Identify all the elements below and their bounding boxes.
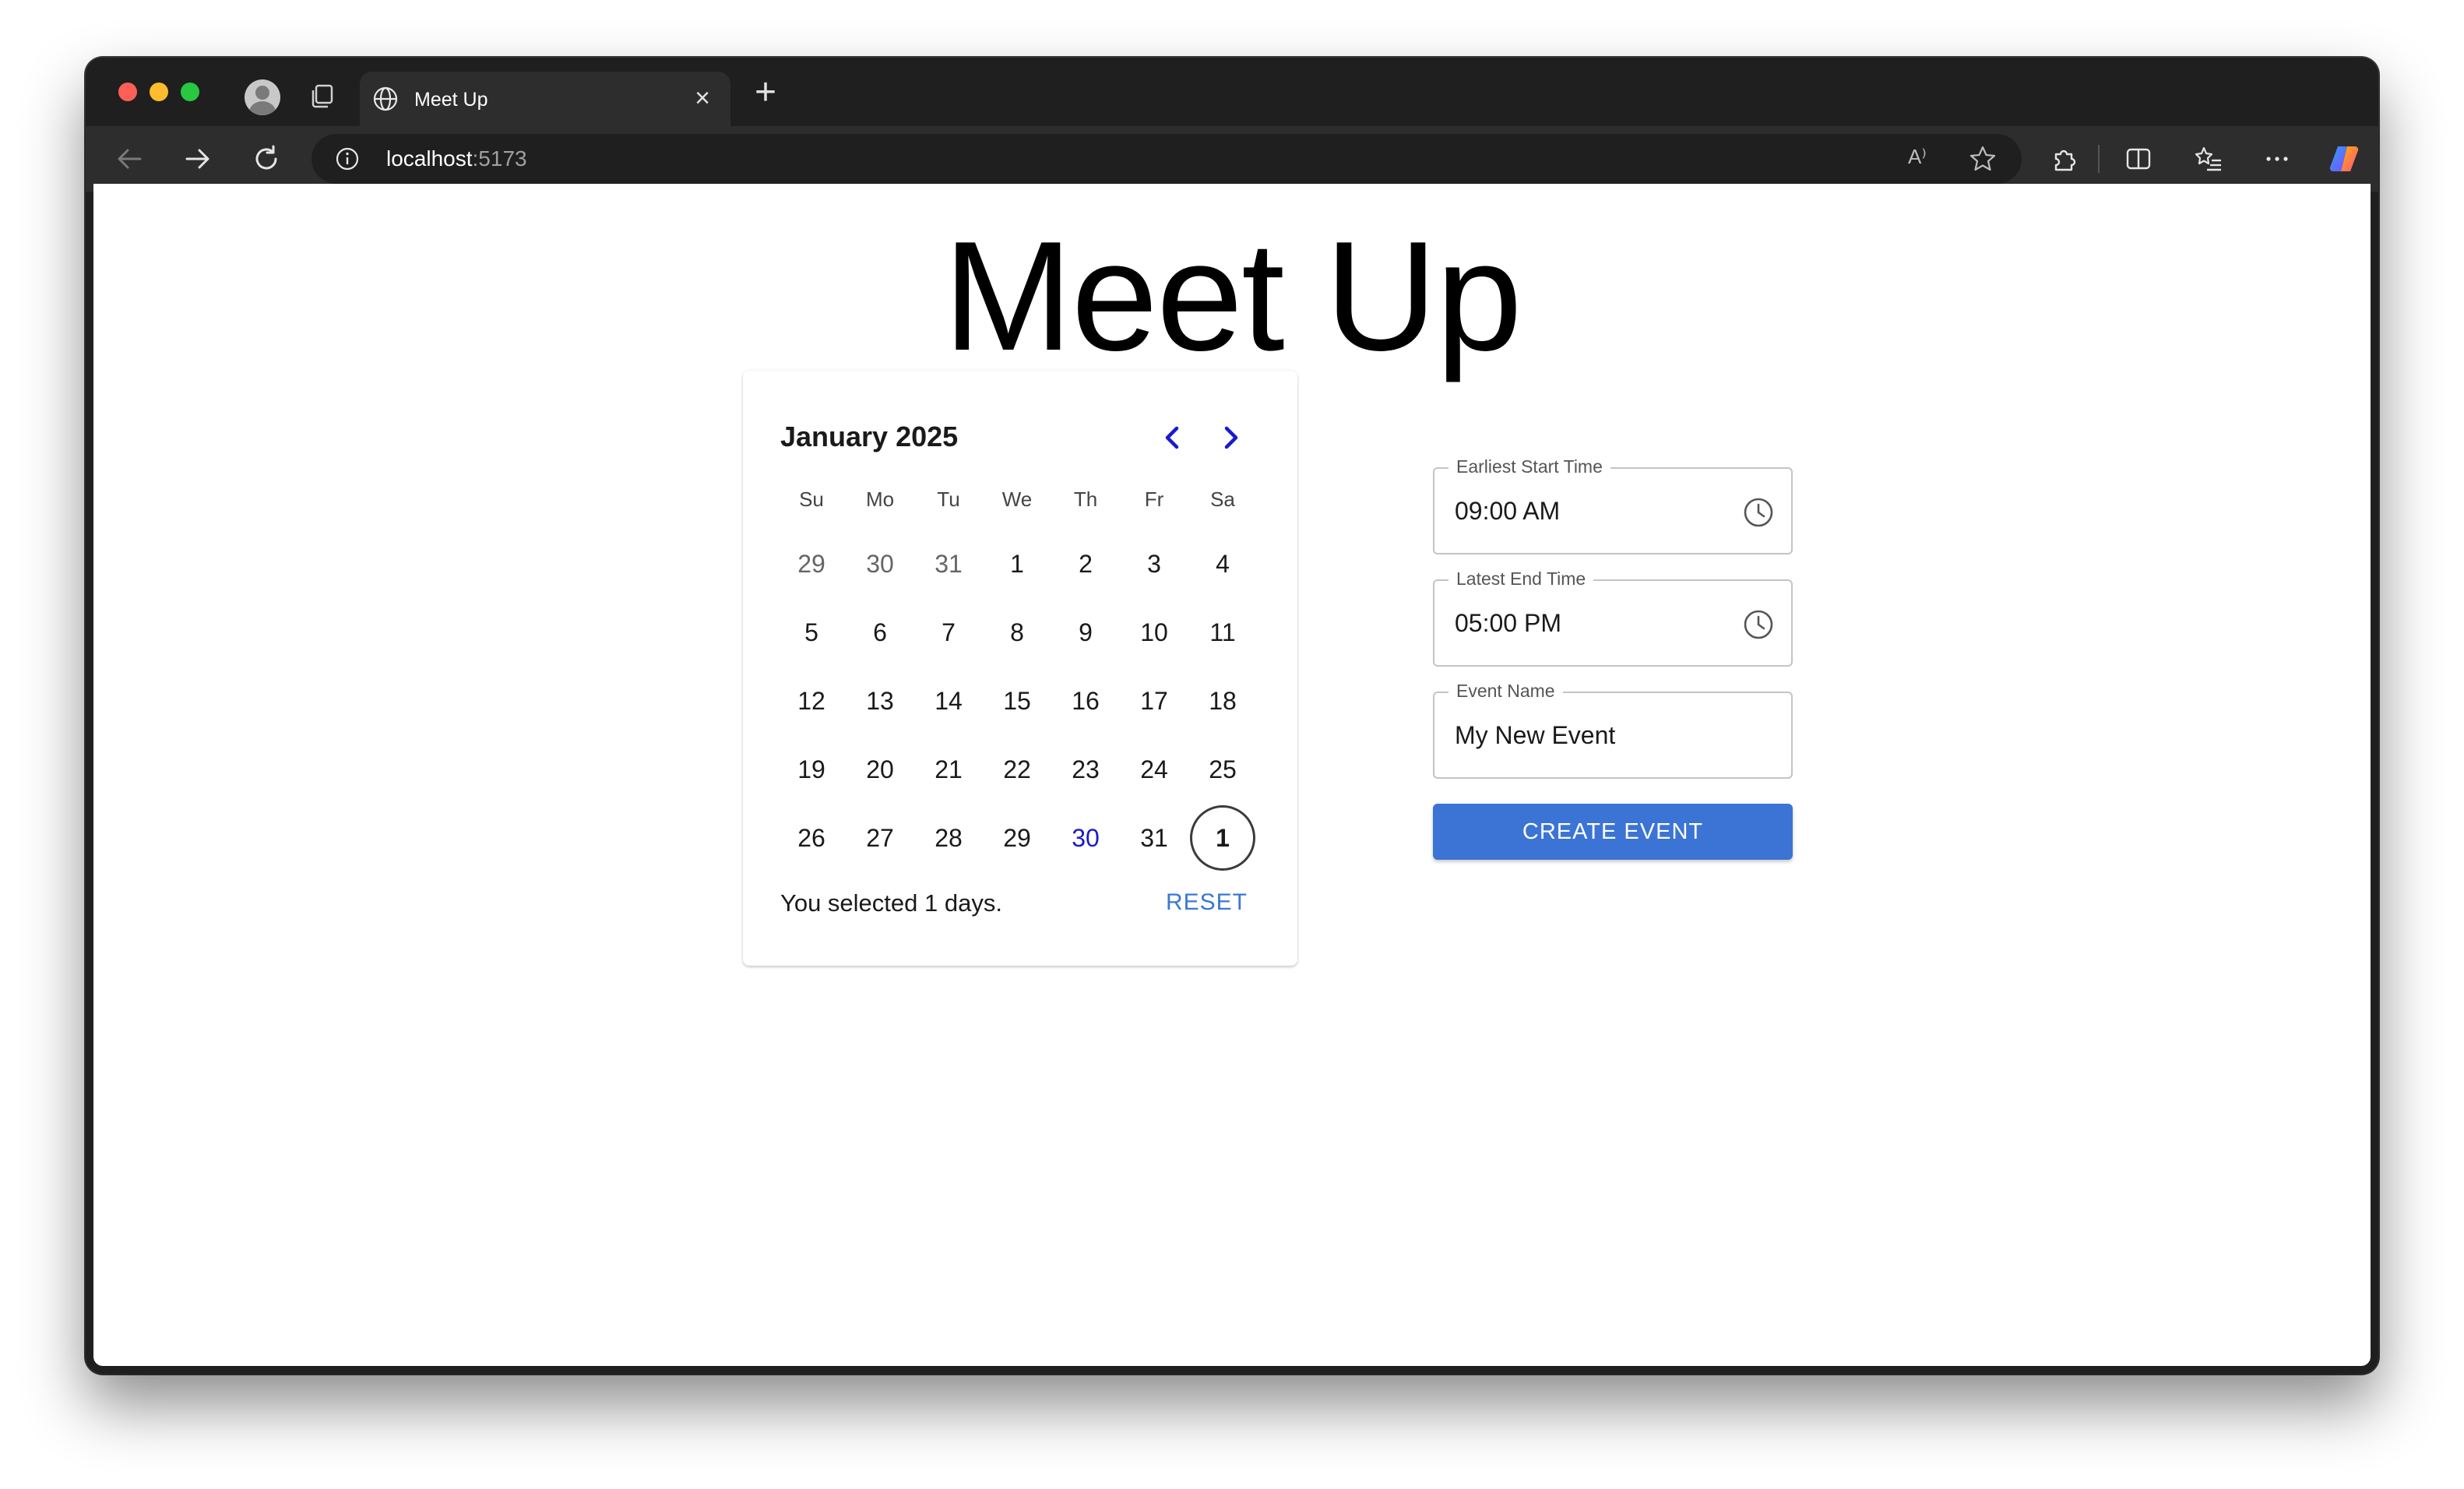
calendar-day[interactable]: 24 (1121, 737, 1187, 802)
toolbar-divider (2098, 145, 2100, 173)
latest-end-time-field[interactable]: Latest End Time 05:00 PM (1433, 568, 1793, 667)
calendar-day[interactable]: 29 (779, 531, 844, 597)
calendar-day[interactable]: 12 (779, 668, 844, 734)
minimize-window-button[interactable] (150, 83, 168, 101)
earliest-start-time-field[interactable]: Earliest Start Time 09:00 AM (1433, 456, 1793, 554)
page-viewport: Meet Up January 2025 Su Mo Tu We Th Fr Sa 29 30 3… (93, 184, 2371, 1366)
calendar-day[interactable]: 11 (1190, 600, 1255, 665)
workspaces-icon[interactable] (307, 81, 338, 112)
weekday-header: Mo (865, 488, 895, 511)
screen: Meet Up × + localhost:5173 A⁾ Meet Up Ja… (0, 0, 2464, 1489)
calendar-day[interactable]: 23 (1053, 737, 1118, 802)
profile-avatar-icon[interactable] (245, 79, 280, 115)
weekday-header: We (1001, 488, 1033, 511)
calendar-day[interactable]: 20 (847, 737, 913, 802)
latest-end-time-label: Latest End Time (1448, 568, 1594, 590)
weekday-header: Fr (1144, 488, 1164, 511)
url-port: :5173 (472, 146, 527, 171)
calendar-day[interactable]: 8 (984, 600, 1050, 665)
close-tab-icon[interactable]: × (688, 84, 716, 112)
copilot-icon[interactable] (2327, 142, 2361, 176)
earliest-start-time-value[interactable]: 09:00 AM (1455, 497, 1560, 526)
favorite-star-icon[interactable] (1967, 143, 1998, 174)
url-text[interactable]: localhost:5173 (386, 146, 527, 171)
calendar-day[interactable]: 28 (916, 805, 981, 871)
calendar-day[interactable]: 2 (1053, 531, 1118, 597)
favorites-list-icon[interactable] (2191, 142, 2226, 176)
more-options-icon[interactable] (2260, 142, 2294, 176)
clock-icon[interactable] (1741, 607, 1776, 642)
close-window-button[interactable] (118, 83, 137, 101)
page-title: Meet Up (943, 209, 1522, 383)
extensions-icon[interactable] (2048, 142, 2082, 176)
split-screen-icon[interactable] (2121, 142, 2156, 176)
site-info-icon[interactable] (335, 146, 360, 171)
reset-button[interactable]: RESET (1166, 889, 1248, 916)
browser-window: Meet Up × + localhost:5173 A⁾ Meet Up Ja… (86, 58, 2378, 1374)
calendar-day[interactable]: 31 (1121, 805, 1187, 871)
calendar-day[interactable]: 17 (1121, 668, 1187, 734)
selection-summary: You selected 1 days. (780, 889, 1002, 917)
browser-toolbar: localhost:5173 A⁾ (86, 126, 2378, 192)
earliest-start-time-label: Earliest Start Time (1448, 456, 1610, 477)
address-bar[interactable]: localhost:5173 A⁾ (312, 134, 2022, 184)
event-name-field[interactable]: Event Name My New Event (1433, 681, 1793, 779)
calendar-day[interactable]: 10 (1121, 600, 1187, 665)
previous-month-chevron-icon[interactable] (1157, 422, 1188, 453)
calendar-day[interactable]: 16 (1053, 668, 1118, 734)
calendar-day[interactable]: 3 (1121, 531, 1187, 597)
tab-strip: Meet Up × + (86, 58, 2378, 126)
calendar-day[interactable]: 30 (1053, 805, 1118, 871)
event-name-input[interactable]: My New Event (1455, 721, 1615, 750)
calendar-day[interactable]: 26 (779, 805, 844, 871)
calendar-day[interactable]: 6 (847, 600, 913, 665)
reload-icon[interactable] (246, 139, 287, 179)
calendar-day[interactable]: 18 (1190, 668, 1255, 734)
tab-title: Meet Up (414, 89, 488, 111)
calendar-day[interactable]: 15 (984, 668, 1050, 734)
back-arrow-icon[interactable] (109, 139, 150, 179)
calendar-day[interactable]: 13 (847, 668, 913, 734)
calendar-day[interactable]: 25 (1190, 737, 1255, 802)
calendar-day[interactable]: 1 (984, 531, 1050, 597)
calendar-day[interactable]: 22 (984, 737, 1050, 802)
globe-icon (373, 86, 398, 111)
read-aloud-icon[interactable]: A⁾ (1908, 145, 1936, 173)
weekday-header: Tu (937, 488, 960, 511)
weekday-header: Sa (1210, 488, 1235, 511)
event-name-label: Event Name (1448, 681, 1563, 702)
weekday-header: Th (1073, 488, 1098, 511)
maximize-window-button[interactable] (181, 83, 199, 101)
url-host: localhost (386, 146, 473, 171)
calendar-day[interactable]: 29 (984, 805, 1050, 871)
calendar-day[interactable]: 14 (916, 668, 981, 734)
tab-meet-up[interactable]: Meet Up × (360, 72, 730, 126)
calendar-day[interactable]: 21 (916, 737, 981, 802)
date-picker-card: January 2025 Su Mo Tu We Th Fr Sa 29 30 31 1 2 3 4 5 6 7… (743, 371, 1297, 966)
weekday-header: Su (799, 488, 824, 511)
calendar-day[interactable]: 5 (779, 600, 844, 665)
calendar-day[interactable]: 4 (1190, 531, 1255, 597)
calendar-month-label: January 2025 (780, 421, 959, 452)
selected-day[interactable]: 1 (1190, 805, 1255, 871)
new-tab-icon[interactable]: + (748, 74, 783, 111)
create-event-button[interactable]: CREATE EVENT (1433, 804, 1793, 860)
calendar-day[interactable]: 19 (779, 737, 844, 802)
clock-icon[interactable] (1741, 495, 1776, 530)
calendar-day[interactable]: 30 (847, 531, 913, 597)
calendar-day[interactable]: 27 (847, 805, 913, 871)
calendar-day[interactable]: 7 (916, 600, 981, 665)
latest-end-time-value[interactable]: 05:00 PM (1455, 609, 1561, 638)
next-month-chevron-icon[interactable] (1215, 422, 1246, 453)
forward-arrow-icon[interactable] (178, 139, 218, 179)
calendar-day[interactable]: 31 (916, 531, 981, 597)
calendar-day[interactable]: 9 (1053, 600, 1118, 665)
